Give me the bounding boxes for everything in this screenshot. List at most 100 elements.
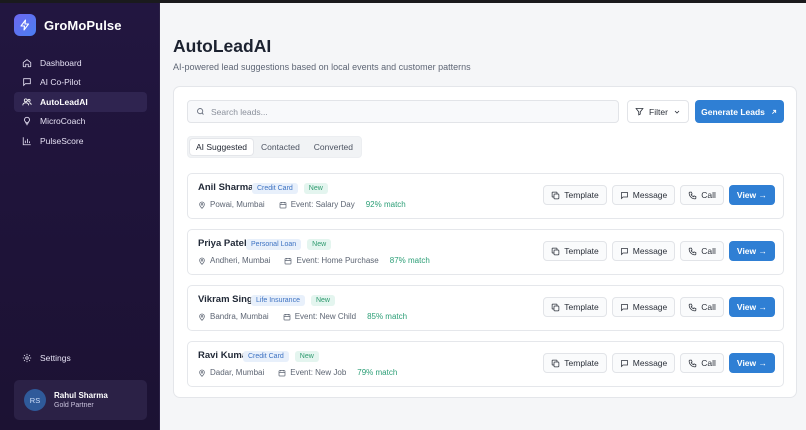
sidebar-nav: Dashboard AI Co-Pilot AutoLeadAI MicroCo…	[14, 53, 147, 151]
page-title: AutoLeadAI	[173, 36, 272, 56]
copy-icon	[552, 303, 560, 311]
search-icon	[197, 108, 204, 115]
filter-label: Filter	[649, 106, 668, 117]
user-role: Gold Partner	[54, 402, 94, 409]
phone-icon	[689, 191, 697, 199]
template-button[interactable]: Template	[543, 185, 607, 205]
avatar: RS	[24, 389, 46, 411]
sidebar-item-label: MicroCoach	[40, 116, 86, 127]
message-icon	[620, 359, 628, 367]
sidebar-item-settings[interactable]: Settings	[14, 348, 147, 368]
view-button[interactable]: View →	[728, 185, 775, 205]
template-label: Template	[564, 358, 599, 368]
lead-card: Priya Patel Personal Loan New Andheri, M…	[187, 229, 784, 275]
copy-icon	[552, 247, 560, 255]
user-name: Rahul Sharma	[54, 391, 108, 400]
brand[interactable]: GroMoPulse	[14, 14, 122, 36]
call-label: Call	[701, 302, 716, 312]
sidebar-item-dashboard[interactable]: Dashboard	[14, 53, 147, 73]
bolt-logo-icon	[14, 14, 36, 36]
phone-icon	[689, 359, 697, 367]
message-button[interactable]: Message	[611, 241, 676, 261]
template-button[interactable]: Template	[543, 353, 607, 373]
view-button[interactable]: View →	[728, 241, 775, 261]
status-badge: New	[294, 351, 319, 362]
sidebar-item-ai-co-pilot[interactable]: AI Co-Pilot	[14, 73, 147, 93]
match-score: 85% match	[367, 312, 408, 321]
lead-actions: Template Message Call View →	[543, 185, 775, 205]
call-label: Call	[701, 246, 716, 256]
match-score: 92% match	[365, 200, 406, 209]
call-button[interactable]: Call	[680, 185, 724, 205]
lead-name: Anil Sharma	[198, 182, 254, 193]
call-label: Call	[701, 358, 716, 368]
bar-chart-icon	[22, 137, 31, 145]
calendar-icon	[283, 313, 291, 320]
view-button[interactable]: View →	[728, 353, 775, 373]
home-icon	[22, 58, 32, 67]
template-button[interactable]: Template	[543, 297, 607, 317]
copy-icon	[552, 359, 560, 367]
lead-actions: Template Message Call View →	[543, 297, 775, 317]
sidebar-item-pulsescore[interactable]: PulseScore	[14, 131, 147, 151]
message-button[interactable]: Message	[611, 185, 676, 205]
tab-ai-suggested[interactable]: AI Suggested	[190, 139, 254, 155]
lead-event: Event: Salary Day	[290, 200, 355, 209]
status-badge: New	[310, 295, 335, 306]
view-button[interactable]: View →	[728, 297, 775, 317]
app-frame: GroMoPulse Dashboard AI Co-Pilot AutoLea…	[0, 0, 806, 430]
template-button[interactable]: Template	[543, 241, 607, 261]
lead-meta: Dadar, Mumbai Event: New Job 79% match	[198, 368, 397, 377]
lightbulb-icon	[24, 117, 30, 126]
lead-event: Event: Home Purchase	[296, 256, 379, 265]
user-card[interactable]: RS Rahul Sharma Gold Partner	[14, 380, 147, 420]
lead-card: Ravi Kumar Credit Card New Dadar, Mumbai…	[187, 341, 784, 387]
sidebar-item-label: AI Co-Pilot	[40, 77, 81, 88]
message-label: Message	[632, 302, 668, 312]
copy-icon	[552, 191, 560, 199]
tab-contacted[interactable]: Contacted	[255, 139, 306, 155]
gear-icon	[22, 353, 32, 362]
call-button[interactable]: Call	[680, 353, 724, 373]
match-score: 87% match	[389, 256, 430, 265]
message-icon	[620, 247, 628, 255]
template-label: Template	[564, 190, 599, 200]
product-badge: Credit Card	[252, 183, 298, 194]
product-badge: Life Insurance	[251, 295, 305, 306]
message-button[interactable]: Message	[611, 297, 676, 317]
lead-location: Bandra, Mumbai	[210, 312, 269, 321]
filter-icon	[635, 108, 644, 116]
call-button[interactable]: Call	[680, 241, 724, 261]
status-badge: New	[307, 239, 332, 250]
sidebar-item-microcoach[interactable]: MicroCoach	[14, 112, 147, 132]
chevron-down-icon	[674, 110, 680, 114]
lead-card: Anil Sharma Credit Card New Powai, Mumba…	[187, 173, 784, 219]
lead-location: Dadar, Mumbai	[210, 368, 265, 377]
message-button[interactable]: Message	[611, 353, 676, 373]
lead-meta: Bandra, Mumbai Event: New Child 85% matc…	[198, 312, 407, 321]
generate-leads-label: Generate Leads	[701, 106, 765, 117]
lead-name: Vikram Singh	[198, 294, 259, 305]
message-label: Message	[632, 358, 668, 368]
lead-badges: Credit Card New	[252, 183, 328, 194]
call-button[interactable]: Call	[680, 297, 724, 317]
tab-converted[interactable]: Converted	[308, 139, 359, 155]
arrow-up-right-icon	[771, 109, 776, 114]
message-icon	[620, 303, 628, 311]
lead-event: Event: New Child	[294, 312, 357, 321]
match-score: 79% match	[357, 368, 398, 377]
lead-badges: Life Insurance New	[251, 295, 335, 306]
calendar-icon	[279, 201, 287, 208]
lead-location: Andheri, Mumbai	[210, 256, 271, 265]
sidebar-item-label: AutoLeadAI	[40, 96, 88, 107]
product-badge: Credit Card	[243, 351, 289, 362]
sidebar: GroMoPulse Dashboard AI Co-Pilot AutoLea…	[0, 0, 160, 430]
search-input[interactable]	[211, 106, 618, 117]
generate-leads-button[interactable]: Generate Leads	[695, 100, 784, 123]
template-label: Template	[564, 302, 599, 312]
message-label: Message	[632, 190, 668, 200]
lead-badges: Personal Loan New	[246, 239, 332, 250]
sidebar-item-autoleadai[interactable]: AutoLeadAI	[14, 92, 147, 112]
filter-button[interactable]: Filter	[627, 100, 689, 123]
map-pin-icon	[199, 313, 205, 321]
